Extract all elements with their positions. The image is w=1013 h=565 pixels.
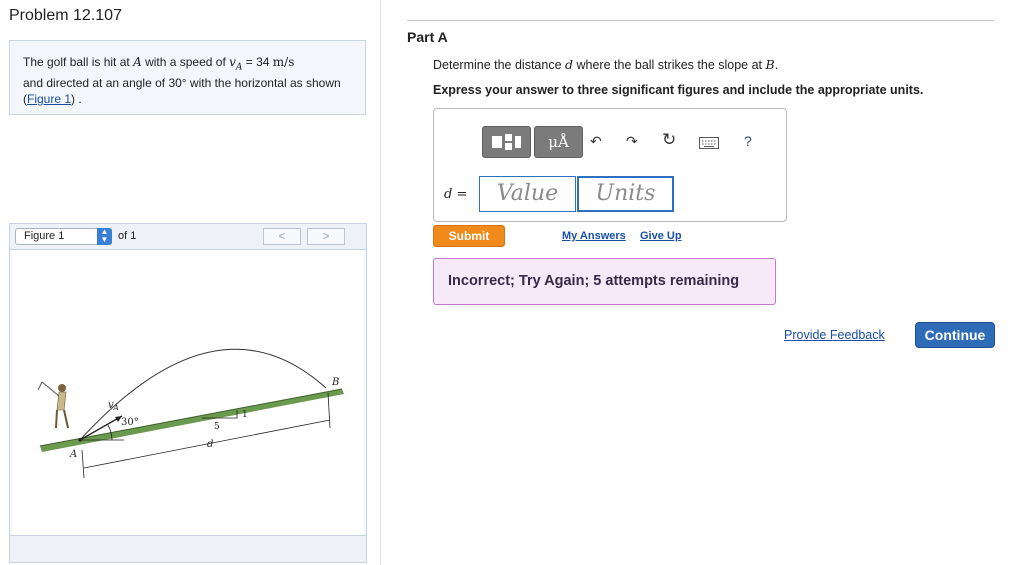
speed-symbol: v: [229, 55, 236, 69]
problem-column: Problem 12.107 The golf ball is hit at A…: [0, 0, 381, 565]
question-text-segment: .: [774, 58, 779, 72]
submit-button[interactable]: Submit: [433, 225, 505, 247]
problem-title: Problem 12.107: [9, 7, 122, 24]
question-text: Determine the distance d where the ball …: [433, 57, 778, 72]
next-figure-button[interactable]: >: [307, 228, 345, 245]
figure-panel: Figure 1 ▲ ▼ of 1 < > vA 30° B A 5 1 d: [9, 223, 367, 563]
distance-label: d: [207, 439, 213, 450]
attempt-feedback-message: Incorrect; Try Again; 5 attempts remaini…: [433, 258, 776, 305]
point-b-symbol: B: [765, 57, 775, 72]
speed-unit: m/s: [272, 55, 295, 69]
slope-run-label: 5: [214, 422, 220, 432]
units-input[interactable]: Units: [577, 176, 674, 212]
continue-button[interactable]: Continue: [915, 322, 995, 348]
ball-icon: [78, 438, 82, 442]
keyboard-button[interactable]: [699, 136, 719, 152]
redo-icon[interactable]: ↷: [626, 133, 638, 150]
point-b-label: B: [331, 377, 339, 388]
answer-instruction: Express your answer to three significant…: [433, 83, 924, 97]
figure-link[interactable]: Figure 1: [27, 92, 71, 106]
statement-text: with a speed of: [141, 55, 230, 69]
part-divider: [407, 20, 994, 21]
slope-surface: [40, 389, 344, 452]
point-a-symbol: A: [133, 55, 142, 69]
figure-count: of 1: [118, 230, 137, 242]
question-text-segment: where the ball strikes the slope at: [573, 58, 766, 72]
slope-rise-label: 1: [242, 410, 248, 420]
give-up-link[interactable]: Give Up: [640, 230, 682, 242]
velocity-label: vA: [108, 400, 119, 412]
answer-label: d =: [444, 186, 467, 202]
answer-box: μÅ ↶ ↷ ↻ ? d = Value Units: [433, 108, 787, 222]
help-button[interactable]: ?: [744, 133, 752, 149]
figure-toolbar: Figure 1 ▲ ▼ of 1 < >: [10, 224, 366, 250]
templates-icon: [492, 134, 521, 150]
statement-text: The golf ball is hit at: [23, 55, 134, 69]
distance-symbol: d: [565, 57, 574, 72]
provide-feedback-link[interactable]: Provide Feedback: [784, 328, 885, 342]
statement-text: ) .: [71, 92, 82, 107]
answer-label-text: d =: [444, 187, 468, 202]
keyboard-icon: [699, 137, 719, 149]
reset-icon[interactable]: ↻: [662, 130, 676, 150]
undo-icon[interactable]: ↶: [590, 133, 602, 150]
units-button[interactable]: μÅ: [534, 126, 583, 158]
value-input[interactable]: Value: [479, 176, 576, 212]
question-text-segment: Determine the distance: [433, 58, 566, 72]
updown-icon: ▲ ▼: [97, 228, 112, 245]
chevron-right-icon: >: [322, 229, 330, 243]
prev-figure-button[interactable]: <: [263, 228, 301, 245]
figure-image: vA 30° B A 5 1 d: [12, 250, 364, 535]
figure-select[interactable]: Figure 1 ▲ ▼: [15, 228, 112, 245]
ball-trajectory: [79, 348, 327, 441]
point-a-label: A: [69, 449, 77, 460]
golfer-icon: [37, 381, 69, 429]
figure-footer: [10, 535, 366, 562]
dimension-tick-b: [327, 392, 331, 429]
figure-select-value: Figure 1: [24, 230, 65, 242]
angle-label: 30°: [121, 417, 139, 428]
templates-button[interactable]: [482, 126, 531, 158]
chevron-left-icon: <: [278, 229, 286, 243]
dimension-tick-a: [81, 449, 85, 479]
golf-slope-diagram: vA 30° B A 5 1 d: [37, 348, 344, 479]
problem-statement: The golf ball is hit at A with a speed o…: [9, 40, 366, 115]
my-answers-link[interactable]: My Answers: [562, 230, 626, 242]
speed-value: = 34: [242, 55, 273, 69]
part-title: Part A: [407, 29, 448, 45]
